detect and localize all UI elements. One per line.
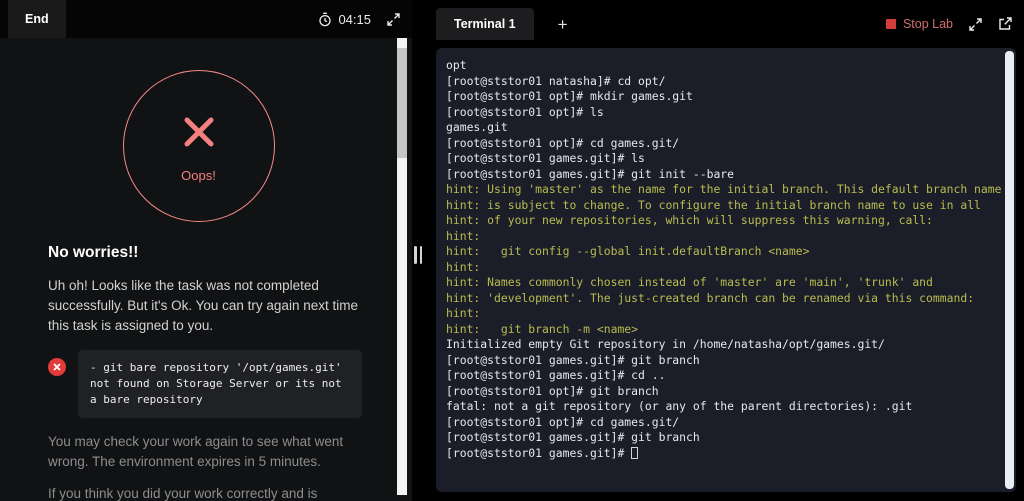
terminal-line: [root@ststor01 games.git]# bbox=[446, 446, 1002, 462]
terminal-line: hint: Names commonly chosen instead of '… bbox=[446, 275, 1002, 291]
terminal-line: hint: bbox=[446, 229, 1002, 245]
left-scrollbar-thumb[interactable] bbox=[397, 48, 407, 158]
result-note: You may check your work again to see wha… bbox=[48, 432, 362, 472]
timer-value: 04:15 bbox=[338, 12, 371, 27]
terminal-line: [root@ststor01 opt]# ls bbox=[446, 105, 1002, 121]
resize-handle-bar bbox=[414, 246, 417, 264]
terminal-screen[interactable]: opt[root@ststor01 natasha]# cd opt/[root… bbox=[436, 48, 1016, 492]
terminal-panel: Terminal 1 + Stop Lab opt[root@ststor01 … bbox=[428, 0, 1024, 501]
expand-terminal-button[interactable] bbox=[969, 18, 982, 31]
terminal-line: [root@ststor01 games.git]# git branch bbox=[446, 430, 1002, 446]
terminal-line: hint: git branch -m <name> bbox=[446, 322, 1002, 338]
terminal-line: [root@ststor01 games.git]# cd .. bbox=[446, 368, 1002, 384]
result-message: Uh oh! Looks like the task was not compl… bbox=[48, 276, 362, 336]
x-icon bbox=[176, 109, 222, 155]
stop-lab-label: Stop Lab bbox=[903, 17, 953, 31]
x-icon bbox=[52, 362, 62, 372]
x-circle-icon bbox=[48, 358, 66, 376]
terminal-line: hint: bbox=[446, 260, 1002, 276]
error-detail: - git bare repository '/opt/games.git' n… bbox=[78, 350, 362, 418]
result-panel-header: End 04:15 bbox=[0, 0, 412, 38]
terminal-line: hint: is subject to change. To configure… bbox=[446, 198, 1002, 214]
pane-resize-handle[interactable] bbox=[414, 245, 422, 265]
terminal-cursor bbox=[631, 447, 638, 459]
stop-square-icon bbox=[886, 19, 896, 29]
result-panel: End 04:15 Oops! No worries!! Uh oh! Look… bbox=[0, 0, 412, 501]
oops-circle-wrap: Oops! bbox=[0, 70, 397, 222]
tab-terminal-1[interactable]: Terminal 1 bbox=[436, 8, 534, 40]
terminal-line: games.git bbox=[446, 120, 1002, 136]
result-note-cutoff: If you think you did your work correctly… bbox=[48, 484, 362, 501]
external-link-icon bbox=[998, 17, 1012, 31]
timer: 04:15 bbox=[318, 12, 371, 27]
terminal-line: hint: git config --global init.defaultBr… bbox=[446, 244, 1002, 260]
terminal-line: [root@ststor01 opt]# mkdir games.git bbox=[446, 89, 1002, 105]
terminal-line: [root@ststor01 opt]# cd games.git/ bbox=[446, 415, 1002, 431]
terminal-line: hint: Using 'master' as the name for the… bbox=[446, 182, 1002, 198]
expand-panel-button[interactable] bbox=[387, 13, 400, 26]
terminal-line: [root@ststor01 games.git]# ls bbox=[446, 151, 1002, 167]
terminal-output: opt[root@ststor01 natasha]# cd opt/[root… bbox=[446, 58, 1002, 461]
terminal-line: [root@ststor01 games.git]# git init --ba… bbox=[446, 167, 1002, 183]
terminal-line: [root@ststor01 opt]# cd games.git/ bbox=[446, 136, 1002, 152]
expand-icon bbox=[969, 18, 982, 31]
stopwatch-icon bbox=[318, 12, 332, 27]
terminal-line: Initialized empty Git repository in /hom… bbox=[446, 337, 1002, 353]
terminal-line: hint: bbox=[446, 306, 1002, 322]
terminal-line: opt bbox=[446, 58, 1002, 74]
resize-handle-bar bbox=[420, 246, 423, 264]
result-heading: No worries!! bbox=[48, 244, 412, 262]
terminal-panel-header: Terminal 1 + Stop Lab bbox=[428, 0, 1024, 40]
error-row: - git bare repository '/opt/games.git' n… bbox=[48, 350, 376, 418]
oops-label: Oops! bbox=[181, 168, 216, 183]
terminal-line: [root@ststor01 opt]# git branch bbox=[446, 384, 1002, 400]
terminal-line: [root@ststor01 games.git]# git branch bbox=[446, 353, 1002, 369]
expand-icon bbox=[387, 13, 400, 26]
open-in-new-window-button[interactable] bbox=[998, 17, 1012, 31]
terminal-line: [root@ststor01 natasha]# cd opt/ bbox=[446, 74, 1002, 90]
left-scrollbar[interactable] bbox=[397, 38, 407, 495]
terminal-line: hint: of your new repositories, which wi… bbox=[446, 213, 1002, 229]
terminal-actions: Stop Lab bbox=[886, 17, 1012, 31]
terminal-line: hint: 'development'. The just-created br… bbox=[446, 291, 1002, 307]
stop-lab-button[interactable]: Stop Lab bbox=[886, 17, 953, 31]
terminal-line: fatal: not a git repository (or any of t… bbox=[446, 399, 1002, 415]
terminal-scrollbar[interactable] bbox=[1005, 51, 1014, 489]
new-terminal-button[interactable]: + bbox=[558, 16, 568, 33]
oops-circle: Oops! bbox=[123, 70, 275, 222]
end-button[interactable]: End bbox=[8, 0, 66, 38]
